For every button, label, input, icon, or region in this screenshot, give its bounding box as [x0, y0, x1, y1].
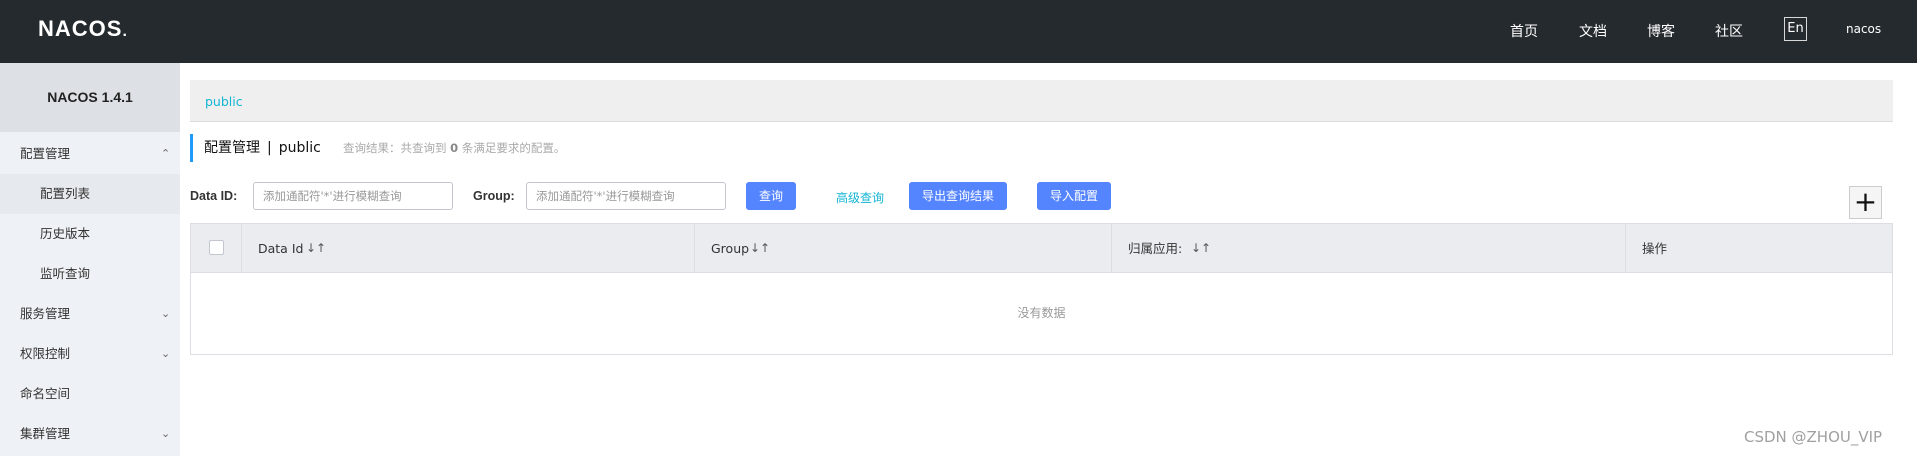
- select-all-cell: [191, 224, 242, 273]
- sidebar-item-config-list[interactable]: 配置列表: [0, 174, 180, 214]
- column-header-label: 操作: [1642, 241, 1668, 256]
- export-results-button[interactable]: 导出查询结果: [909, 182, 1007, 210]
- namespace-tab-public[interactable]: public: [205, 94, 243, 109]
- column-app[interactable]: 归属应用: ↓↑: [1112, 224, 1626, 273]
- column-actions: 操作: [1626, 224, 1892, 273]
- group-label: Group:: [473, 189, 515, 203]
- column-header-label: 归属应用:: [1128, 241, 1183, 256]
- sidebar: NACOS 1.4.1 配置管理 ⌃ 配置列表 历史版本 监听查询 服务管理 ⌄…: [0, 63, 180, 456]
- sidebar-item-listener-query[interactable]: 监听查询: [0, 254, 180, 294]
- language-toggle-button[interactable]: En: [1784, 17, 1807, 41]
- nav-home[interactable]: 首页: [1510, 21, 1538, 41]
- nav-blog[interactable]: 博客: [1647, 21, 1675, 41]
- sidebar-item-access-control[interactable]: 权限控制 ⌄: [0, 334, 180, 374]
- page-title: 配置管理 | public: [190, 134, 321, 162]
- sort-icon[interactable]: ↓↑: [750, 224, 770, 273]
- chevron-down-icon: ⌄: [161, 347, 171, 360]
- column-data-id[interactable]: Data Id ↓↑: [242, 224, 695, 273]
- page-title-text: 配置管理: [204, 140, 260, 156]
- query-button[interactable]: 查询: [746, 182, 796, 210]
- data-id-input[interactable]: [253, 182, 453, 210]
- nav-docs[interactable]: 文档: [1579, 21, 1607, 41]
- column-header-label: Group: [711, 241, 750, 256]
- sidebar-item-label: 历史版本: [40, 226, 91, 241]
- sidebar-item-label: 权限控制: [20, 346, 71, 361]
- add-config-button[interactable]: +: [1849, 186, 1882, 219]
- sidebar-item-config-management[interactable]: 配置管理 ⌃: [0, 134, 180, 174]
- namespace-bar: public: [190, 80, 1893, 122]
- chevron-down-icon: ⌄: [161, 427, 171, 440]
- sidebar-item-service-management[interactable]: 服务管理 ⌄: [0, 294, 180, 334]
- config-table: Data Id ↓↑ Group ↓↑ 归属应用: ↓↑ 操作 没有数据: [190, 223, 1893, 355]
- sidebar-item-namespace[interactable]: 命名空间: [0, 374, 180, 414]
- table-header: Data Id ↓↑ Group ↓↑ 归属应用: ↓↑ 操作: [191, 224, 1892, 273]
- empty-table-message: 没有数据: [1017, 306, 1066, 320]
- sidebar-item-label: 集群管理: [20, 426, 71, 441]
- select-all-checkbox[interactable]: [209, 240, 224, 255]
- data-id-label: Data ID:: [190, 189, 238, 203]
- nav-community[interactable]: 社区: [1715, 21, 1743, 41]
- sidebar-item-label: 服务管理: [20, 306, 71, 321]
- import-config-button[interactable]: 导入配置: [1037, 182, 1111, 210]
- title-separator: |: [267, 140, 272, 156]
- query-result-summary: 查询结果：共查询到 0 条满足要求的配置。: [343, 141, 566, 155]
- sidebar-title: NACOS 1.4.1: [0, 63, 180, 132]
- nacos-logo[interactable]: NACOS.: [38, 16, 128, 42]
- advanced-query-link[interactable]: 高级查询: [836, 189, 884, 206]
- chevron-up-icon: ⌃: [161, 147, 171, 160]
- sidebar-item-label: 配置管理: [20, 146, 71, 161]
- sidebar-item-cluster-management[interactable]: 集群管理 ⌄: [0, 414, 180, 454]
- top-navbar: NACOS. 首页 文档 博客 社区 En nacos: [0, 0, 1917, 63]
- sidebar-item-label: 监听查询: [40, 266, 91, 281]
- sidebar-item-history[interactable]: 历史版本: [0, 214, 180, 254]
- group-input[interactable]: [526, 182, 726, 210]
- column-header-label: Data Id: [258, 241, 304, 256]
- sidebar-item-label: 配置列表: [40, 186, 91, 201]
- page-title-namespace: public: [278, 140, 321, 156]
- sidebar-item-label: 命名空间: [20, 386, 71, 401]
- user-menu[interactable]: nacos: [1846, 22, 1881, 36]
- sort-icon[interactable]: ↓↑: [306, 224, 326, 273]
- column-group[interactable]: Group ↓↑: [695, 224, 1112, 273]
- watermark: CSDN @ZHOU_VIP: [1744, 428, 1883, 446]
- chevron-down-icon: ⌄: [161, 307, 171, 320]
- sort-icon[interactable]: ↓↑: [1191, 224, 1211, 273]
